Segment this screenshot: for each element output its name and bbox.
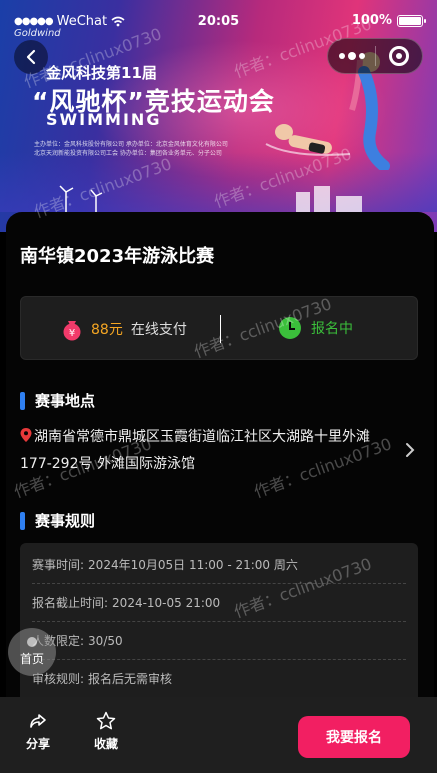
miniprogram-capsule bbox=[327, 38, 423, 74]
rule-row-capacity: 人数限定: 30/50 bbox=[32, 622, 406, 660]
section-accent-bar bbox=[20, 511, 25, 530]
rule-value: 30/50 bbox=[88, 633, 123, 648]
floating-home-button[interactable]: 首页 bbox=[8, 628, 56, 676]
chevron-right-icon[interactable] bbox=[402, 440, 418, 460]
rule-row-review: 审核规则: 报名后无需审核 bbox=[32, 660, 406, 698]
chevron-left-icon bbox=[26, 49, 36, 65]
favorite-label: 收藏 bbox=[93, 737, 118, 751]
share-icon bbox=[30, 714, 46, 728]
rule-row-deadline: 报名截止时间: 2024-10-05 21:00 bbox=[32, 584, 406, 622]
organizer-line: 北京天润新能投资有限公司工会 协办单位：集团各业务单元、分子公司 bbox=[34, 150, 222, 157]
close-miniprogram-button[interactable] bbox=[376, 38, 422, 74]
event-banner: ●●●●● WeChat 20:05 100% Goldwind 金风科技第11… bbox=[0, 0, 437, 232]
status-text: 报名中 bbox=[311, 321, 353, 337]
battery-icon bbox=[397, 14, 426, 27]
event-price: 88元 bbox=[91, 322, 123, 338]
rule-row-time: 赛事时间: 2024年10月05日 11:00 - 21:00 周六 bbox=[32, 546, 406, 584]
payment-status-box: ¥ 88元 在线支付 报名中 bbox=[20, 296, 418, 360]
event-detail-card: 南华镇2023年游泳比赛 ¥ 88元 在线支付 报名中 赛事地点 湖南省常德市鼎… bbox=[6, 212, 434, 713]
rule-key: 报名截止时间: bbox=[32, 596, 109, 610]
brand-logo: Goldwind bbox=[14, 28, 61, 39]
location-pin-icon bbox=[20, 428, 32, 442]
event-title: 南华镇2023年游泳比赛 bbox=[20, 246, 215, 267]
payment-info: ¥ 88元 在线支付 bbox=[61, 317, 187, 341]
home-label: 首页 bbox=[19, 652, 44, 666]
signup-button[interactable]: 我要报名 bbox=[298, 716, 410, 758]
divider bbox=[220, 315, 221, 343]
rule-value: 2024-10-05 21:00 bbox=[112, 595, 221, 610]
rule-value: 报名后无需审核 bbox=[88, 672, 173, 686]
home-icon bbox=[27, 637, 37, 647]
rule-key: 赛事时间: bbox=[32, 558, 85, 572]
banner-title-line1: 金风科技第11届 bbox=[46, 64, 157, 82]
share-button[interactable]: 分享 bbox=[18, 711, 58, 752]
rule-value: 2024年10月05日 11:00 - 21:00 周六 bbox=[88, 558, 298, 572]
battery-indicator: 100% bbox=[351, 13, 426, 28]
target-icon bbox=[388, 46, 409, 66]
battery-percent: 100% bbox=[351, 13, 392, 28]
clock-icon bbox=[279, 317, 301, 339]
banner-title-line3: SWIMMING bbox=[46, 110, 162, 129]
payment-mode: 在线支付 bbox=[130, 322, 187, 338]
more-options-button[interactable] bbox=[328, 38, 375, 74]
favorite-button[interactable]: 收藏 bbox=[86, 711, 126, 752]
rules-section-heading: 赛事规则 bbox=[20, 510, 95, 531]
address-text: 湖南省常德市鼎城区玉霞街道临江社区大湖路十里外滩177-292号 外滩国际游泳馆 bbox=[20, 429, 370, 472]
star-icon bbox=[96, 711, 116, 730]
share-label: 分享 bbox=[25, 737, 50, 751]
section-accent-bar bbox=[20, 391, 25, 410]
location-section-heading: 赛事地点 bbox=[20, 390, 95, 411]
svg-text:¥: ¥ bbox=[69, 328, 75, 339]
rules-list: 赛事时间: 2024年10月05日 11:00 - 21:00 周六 报名截止时… bbox=[20, 543, 418, 713]
event-address[interactable]: 湖南省常德市鼎城区玉霞街道临江社区大湖路十里外滩177-292号 外滩国际游泳馆 bbox=[20, 424, 400, 478]
registration-status: 报名中 bbox=[279, 317, 353, 339]
wind-turbine-illustration bbox=[59, 185, 103, 214]
location-heading-text: 赛事地点 bbox=[35, 392, 96, 410]
rules-heading-text: 赛事规则 bbox=[35, 512, 96, 530]
back-button[interactable] bbox=[14, 40, 48, 74]
money-bag-icon: ¥ bbox=[63, 321, 81, 341]
banner-organizers: 主办单位：金风科技股份有限公司 承办单位：北京金风体育文化有限公司 北京天润新能… bbox=[34, 140, 324, 158]
bottom-action-bar: 分享 收藏 我要报名 bbox=[0, 697, 437, 773]
organizer-line: 主办单位：金风科技股份有限公司 承办单位：北京金风体育文化有限公司 bbox=[34, 141, 228, 148]
